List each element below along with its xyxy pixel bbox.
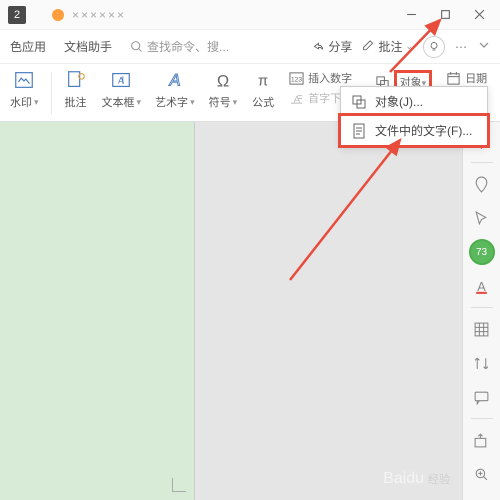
wordart-icon: A — [163, 68, 187, 92]
expand-button[interactable] — [478, 39, 490, 54]
titlebar: 2 ×××××× — [0, 0, 500, 30]
formula-icon: π — [251, 68, 275, 92]
annotate-label: 批注 — [65, 94, 87, 110]
formula-button[interactable]: π 公式 — [247, 68, 279, 110]
chevron-down-icon: ▾ — [137, 97, 142, 108]
share-icon — [312, 40, 325, 53]
style-button[interactable]: A — [469, 273, 495, 299]
command-search[interactable]: 查找命令、搜... — [130, 38, 229, 55]
search-placeholder: 查找命令、搜... — [147, 38, 229, 55]
doc-status-icon — [52, 9, 64, 21]
symbol-button[interactable]: Ω 符号▾ — [205, 68, 242, 110]
doc-assistant[interactable]: 文档助手 — [64, 38, 112, 55]
more-button[interactable]: ⋯ — [455, 40, 468, 54]
doc-title: ×××××× — [72, 8, 126, 22]
dropdown-text-file-label: 文件中的文字(F)... — [375, 122, 472, 139]
annotate-button[interactable]: 批注 — [60, 68, 92, 110]
cursor-icon — [473, 210, 490, 227]
document-page[interactable] — [0, 122, 195, 500]
score-badge[interactable]: 73 — [469, 239, 495, 265]
text-style-icon: A — [473, 278, 490, 295]
share-button[interactable]: 分享 — [312, 38, 352, 55]
help-button[interactable] — [423, 36, 445, 58]
textbox-button[interactable]: A 文本框▾ — [98, 68, 146, 110]
date-button[interactable]: 日期 — [446, 70, 487, 86]
comment-icon — [473, 389, 490, 406]
lightbulb-icon — [428, 41, 440, 53]
annotation-icon — [362, 40, 375, 53]
zoom-icon — [473, 466, 490, 483]
find-button[interactable] — [469, 171, 495, 197]
baidu-watermark: Baidu 经验 — [383, 470, 450, 488]
svg-text:A: A — [168, 72, 180, 90]
chevron-down-icon: ▾ — [233, 97, 238, 108]
date-icon — [446, 71, 461, 86]
dropdown-text-from-file[interactable]: 文件中的文字(F)... — [338, 113, 490, 148]
watermark-brand: Baidu — [383, 470, 424, 488]
document-area[interactable] — [0, 122, 462, 500]
symbol-icon: Ω — [211, 68, 235, 92]
theme-application[interactable]: 色应用 — [10, 38, 46, 55]
watermark-sub: 经验 — [428, 471, 450, 487]
share-label: 分享 — [328, 38, 352, 55]
insert-number-label: 插入数字 — [308, 70, 352, 86]
annotation-label: 批注 — [378, 38, 402, 55]
insert-number-button[interactable]: 123 插入数字 — [289, 70, 361, 86]
formula-label: 公式 — [252, 94, 274, 110]
table-icon — [473, 321, 490, 338]
search-icon — [130, 40, 143, 53]
object-dropdown: 对象(J)... 文件中的文字(F)... — [340, 86, 488, 146]
sort-icon — [473, 355, 490, 372]
textbox-icon: A — [109, 68, 133, 92]
svg-text:π: π — [258, 74, 268, 90]
object-icon — [351, 94, 367, 110]
wordart-button[interactable]: A 艺术字▾ — [151, 68, 199, 110]
svg-text:A: A — [477, 278, 486, 293]
side-panel: 73 A — [462, 122, 500, 500]
watermark-label: 水印 — [10, 94, 32, 110]
chevron-down-icon: ▾ — [190, 97, 195, 108]
file-text-icon — [351, 123, 367, 139]
watermark-button[interactable]: 水印▾ — [6, 68, 43, 110]
share-icon — [473, 432, 490, 449]
textbox-label: 文本框 — [102, 94, 135, 110]
comment-button[interactable] — [469, 384, 495, 410]
date-label: 日期 — [465, 70, 487, 86]
table-button[interactable] — [469, 316, 495, 342]
svg-text:Ω: Ω — [217, 72, 229, 90]
page-corner-mark — [172, 478, 186, 492]
dropdown-object-item[interactable]: 对象(J)... — [341, 87, 487, 116]
minimize-button[interactable] — [398, 2, 424, 28]
symbol-label: 符号 — [209, 94, 231, 110]
topbar: 色应用 文档助手 查找命令、搜... 分享 批注 ⌄ ⋯ — [0, 30, 500, 64]
watermark-icon — [12, 68, 36, 92]
maximize-button[interactable] — [432, 2, 458, 28]
number-icon: 123 — [289, 71, 304, 86]
annotation-button[interactable]: 批注 ⌄ — [362, 38, 413, 55]
select-button[interactable] — [469, 205, 495, 231]
svg-text:A: A — [118, 76, 125, 86]
dropdown-object-label: 对象(J)... — [375, 93, 423, 110]
close-button[interactable] — [466, 2, 492, 28]
svg-text:123: 123 — [291, 76, 302, 83]
chevron-down-icon: ▾ — [34, 97, 39, 108]
location-icon — [473, 176, 490, 193]
dropcap-icon: A — [289, 91, 304, 106]
zoom-button[interactable] — [469, 461, 495, 487]
tab-count-badge[interactable]: 2 — [8, 6, 26, 24]
wordart-label: 艺术字 — [155, 94, 188, 110]
workspace: 73 A — [0, 122, 500, 500]
annotate-icon — [64, 68, 88, 92]
chevron-down-icon: ⌄ — [405, 41, 413, 52]
share-side-button[interactable] — [469, 427, 495, 453]
sort-button[interactable] — [469, 350, 495, 376]
